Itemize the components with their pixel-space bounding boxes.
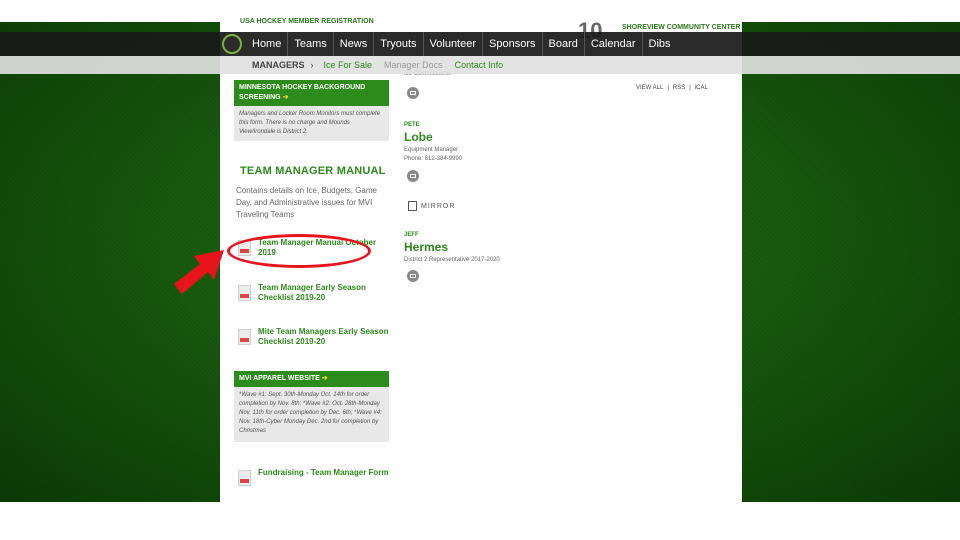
background-screening-title[interactable]: MINNESOTA HOCKEY BACKGROUND SCREENING ➔ <box>234 80 389 106</box>
club-logo-icon[interactable] <box>222 34 242 54</box>
contact-last-name[interactable]: Lobe <box>404 130 433 144</box>
nav-board[interactable]: Board <box>543 32 585 56</box>
email-icon[interactable] <box>407 87 419 99</box>
subnav-manager-docs[interactable]: Manager Docs <box>384 60 443 70</box>
mirror-icon <box>408 201 417 211</box>
event-venue: SHOREVIEW COMMUNITY CENTER <box>622 24 741 31</box>
nav-calendar[interactable]: Calendar <box>585 32 643 56</box>
nav-tryouts[interactable]: Tryouts <box>374 32 424 56</box>
email-icon[interactable] <box>407 270 419 282</box>
doc-label: Fundraising - Team Manager Form <box>258 468 389 477</box>
nav-volunteer[interactable]: Volunteer <box>424 32 484 56</box>
pdf-icon <box>238 285 251 301</box>
nav-teams[interactable]: Teams <box>288 32 334 56</box>
contact-first-name: PETE <box>404 122 420 128</box>
background-screening-text: Managers and Locker Room Monitors must c… <box>234 106 389 141</box>
email-icon[interactable] <box>407 170 419 182</box>
team-manager-manual-description: Contains details on Ice, Budgets, Game D… <box>236 186 377 219</box>
usa-registration-link[interactable]: USA HOCKEY MEMBER REGISTRATION <box>240 18 374 25</box>
mirror-label: MIRROR <box>421 202 456 210</box>
pdf-icon <box>238 470 251 486</box>
background-screening-box: MINNESOTA HOCKEY BACKGROUND SCREENING ➔ … <box>234 80 389 141</box>
arrow-right-icon: ➔ <box>321 375 328 382</box>
highlight-circle <box>227 234 371 268</box>
sub-nav: MANAGERS › Ice For Sale Manager Docs Con… <box>0 56 960 74</box>
contact-role: District 2 Representative 2017-2020 <box>404 257 500 263</box>
doc-link-early-checklist[interactable]: Team Manager Early Season Checklist 2019… <box>238 283 388 303</box>
ical-link[interactable]: iCAL <box>695 85 708 91</box>
contact-phone: Phone: 612-384-9990 <box>404 156 463 162</box>
pdf-icon <box>238 329 251 345</box>
contact-role: Equipment Manager <box>404 147 459 153</box>
feed-links: VIEW ALL | RSS | iCAL <box>636 85 708 91</box>
apparel-box: MVI APPAREL WEBSITE ➔ *Wave #1: Sept. 30… <box>234 371 389 442</box>
team-manager-manual-heading: TEAM MANAGER MANUAL <box>240 165 386 177</box>
arrow-right-icon: ➔ <box>282 94 289 101</box>
subnav-ice-for-sale[interactable]: Ice For Sale <box>324 60 373 70</box>
top-nav: Home Teams News Tryouts Volunteer Sponso… <box>0 32 960 56</box>
view-all-link[interactable]: VIEW ALL <box>636 85 663 91</box>
rss-link[interactable]: RSS <box>673 85 685 91</box>
nav-news[interactable]: News <box>334 32 375 56</box>
chevron-right-icon: › <box>310 60 314 70</box>
contact-last-name[interactable]: Hermes <box>404 240 448 254</box>
doc-label: Team Manager Early Season Checklist 2019… <box>258 283 366 302</box>
nav-menu: Home Teams News Tryouts Volunteer Sponso… <box>246 32 677 56</box>
nav-sponsors[interactable]: Sponsors <box>483 32 543 56</box>
apparel-text: *Wave #1: Sept. 30th-Monday Oct. 14th fo… <box>234 387 389 442</box>
doc-link-mite-checklist[interactable]: Mite Team Managers Early Season Checklis… <box>238 327 390 347</box>
subnav-section-label: MANAGERS <box>252 60 305 70</box>
nav-home[interactable]: Home <box>246 32 289 56</box>
contact-first-name: JEFF <box>404 232 419 238</box>
nav-dibs[interactable]: Dibs <box>643 32 677 56</box>
mirror-widget: MIRROR <box>408 201 455 211</box>
pointer-arrow-icon <box>174 250 224 294</box>
doc-label: Mite Team Managers Early Season Checklis… <box>258 327 389 346</box>
apparel-title[interactable]: MVI APPAREL WEBSITE ➔ <box>234 371 389 387</box>
subnav-contact-info[interactable]: Contact Info <box>455 60 504 70</box>
doc-link-fundraising[interactable]: Fundraising - Team Manager Form <box>238 468 393 486</box>
